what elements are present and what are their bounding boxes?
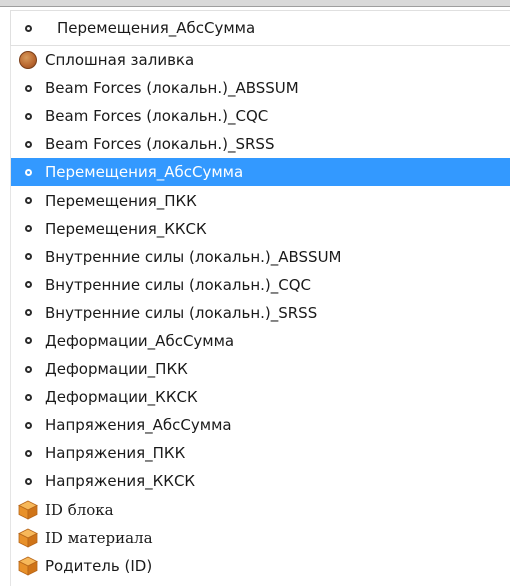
selected-value-label: Перемещения_АбсСумма (57, 19, 256, 37)
list-item-label: Напряжения_АбсСумма (45, 416, 232, 435)
list-item-label: Сплошная заливка (45, 51, 195, 70)
list-item-label: Перемещения_ККСК (45, 219, 207, 238)
ring-icon (11, 327, 45, 355)
list-item[interactable]: Напряжения_АбсСумма (11, 411, 510, 439)
list-item-label: Внутренние силы (локальн.)_ABSSUM (45, 247, 342, 266)
list-item[interactable]: Beam Forces (локальн.)_CQC (11, 102, 510, 130)
ring-icon (11, 411, 45, 439)
list-item-label: Родитель (ID) (45, 556, 153, 575)
ring-icon (11, 130, 45, 158)
list-item-label: Деформации_ККСК (45, 388, 198, 407)
list-item[interactable]: ID материала (11, 524, 510, 552)
list-item[interactable]: Родитель (ID) (11, 552, 510, 580)
list-item-selected[interactable]: Перемещения_АбсСумма (11, 158, 510, 187)
list-item-label: Деформации_АбсСумма (45, 331, 235, 350)
ring-icon (11, 299, 45, 327)
list-item-label: Beam Forces (локальн.)_CQC (45, 107, 269, 126)
list-item[interactable]: Внутренние силы (локальн.)_SRSS (11, 299, 510, 327)
list-item[interactable]: Beam Forces (локальн.)_ABSSUM (11, 74, 510, 102)
ring-icon (11, 74, 45, 102)
cube-icon (11, 496, 45, 524)
ring-icon (11, 215, 45, 243)
list-item[interactable]: Beam Forces (локальн.)_SRSS (11, 130, 510, 158)
list-item[interactable]: Внутренние силы (локальн.)_ABSSUM (11, 243, 510, 271)
ring-icon (11, 102, 45, 130)
ring-icon (11, 243, 45, 271)
list-item-label: Деформации_ПКК (45, 360, 188, 379)
list-item-label: Внутренние силы (локальн.)_SRSS (45, 303, 318, 322)
list-item[interactable]: Напряжения_ККСК (11, 467, 510, 495)
ring-icon (11, 355, 45, 383)
dropdown-window: Перемещения_АбсСумма Сплошная заливка Be… (0, 0, 510, 586)
dropdown-list[interactable]: Сплошная заливка Beam Forces (локальн.)_… (10, 46, 510, 586)
list-item[interactable]: Деформации_ККСК (11, 383, 510, 411)
list-item[interactable]: Перемещения_ККСК (11, 215, 510, 243)
ring-icon (11, 158, 45, 186)
list-item[interactable]: Деформации_АбсСумма (11, 327, 510, 355)
list-item-label: Внутренние силы (локальн.)_CQC (45, 275, 311, 294)
list-item[interactable]: Внутренние силы (локальн.)_CQC (11, 271, 510, 299)
cube-icon (11, 524, 45, 552)
list-item[interactable]: Деформации_ПКК (11, 355, 510, 383)
ring-icon (11, 11, 45, 45)
list-item-label: Напряжения_ПКК (45, 444, 186, 463)
ring-icon (11, 186, 45, 214)
list-item-label: Перемещения_АбсСумма (45, 163, 244, 182)
list-item-label: Напряжения_ККСК (45, 472, 196, 491)
top-border (0, 0, 510, 7)
selected-value-field[interactable]: Перемещения_АбсСумма (10, 10, 510, 46)
ring-icon (11, 383, 45, 411)
list-item-label: ID блока (45, 500, 114, 519)
ring-icon (11, 467, 45, 495)
list-item[interactable]: Перемещения_ПКК (11, 186, 510, 214)
filled-circle-icon (11, 46, 45, 74)
ring-icon (11, 439, 45, 467)
list-item-label: Beam Forces (локальн.)_SRSS (45, 135, 275, 154)
list-item-label: Beam Forces (локальн.)_ABSSUM (45, 79, 299, 98)
list-item-label: ID материала (45, 528, 153, 547)
ring-icon (11, 271, 45, 299)
list-item-solid-fill[interactable]: Сплошная заливка (11, 46, 510, 74)
list-item[interactable]: Напряжения_ПКК (11, 439, 510, 467)
list-item[interactable]: ID блока (11, 496, 510, 524)
list-item-label: Перемещения_ПКК (45, 191, 197, 210)
cube-icon (11, 552, 45, 580)
